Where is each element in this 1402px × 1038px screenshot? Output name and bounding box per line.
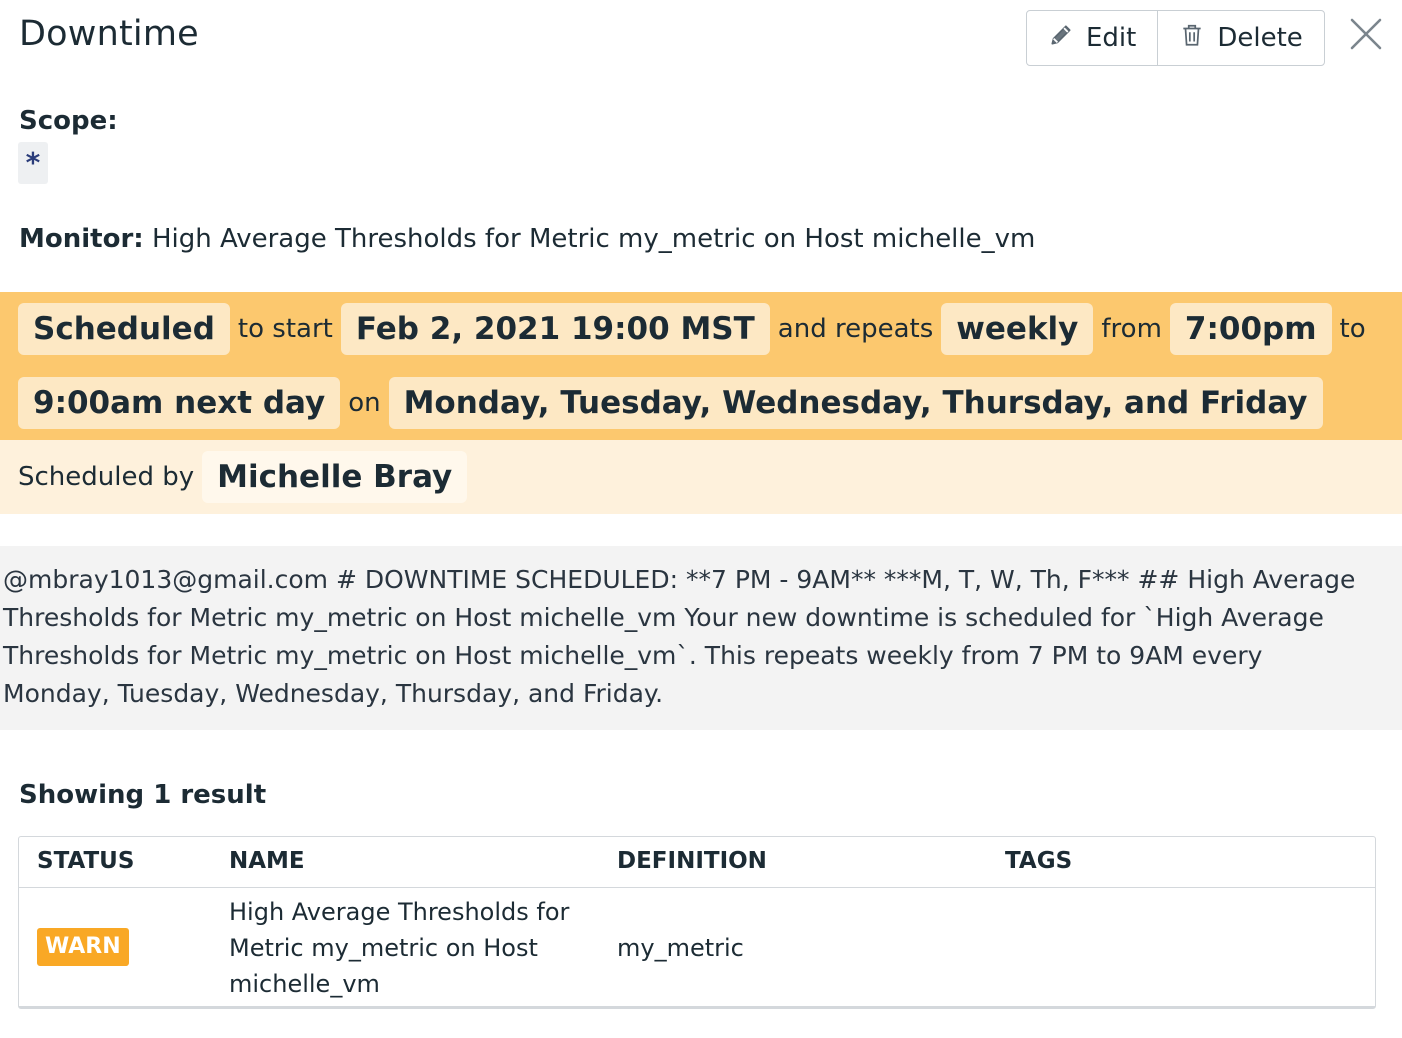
scheduled-by-band: Scheduled by Michelle Bray — [0, 440, 1402, 514]
results-count: Showing 1 result — [19, 780, 267, 810]
schedule-frequency: weekly — [941, 303, 1094, 355]
edit-button[interactable]: Edit — [1027, 11, 1157, 65]
scheduled-by-label: Scheduled by — [18, 462, 195, 492]
schedule-status: Scheduled — [18, 303, 230, 355]
monitor-name-cell[interactable]: High Average Thresholds for Metric my_me… — [229, 894, 589, 1002]
monitor-line: Monitor: High Average Thresholds for Met… — [19, 224, 1035, 254]
close-icon[interactable] — [1348, 16, 1384, 52]
scheduled-by-line: Scheduled by Michelle Bray — [18, 450, 468, 504]
table-header: STATUS NAME DEFINITION TAGS — [19, 837, 1375, 888]
downtime-message-text: @mbray1013@gmail.com # DOWNTIME SCHEDULE… — [3, 565, 1356, 708]
column-header-definition[interactable]: DEFINITION — [617, 848, 767, 874]
scheduled-by-user: Michelle Bray — [202, 451, 468, 503]
scope-label: Scope: — [19, 106, 118, 136]
monitor-name: High Average Thresholds for Metric my_me… — [151, 224, 1036, 254]
schedule-text-from: from — [1101, 314, 1162, 344]
definition-cell: my_metric — [617, 934, 744, 962]
edit-button-label: Edit — [1086, 23, 1137, 53]
monitor-label: Monitor: — [19, 224, 144, 254]
pencil-icon — [1048, 22, 1074, 55]
schedule-from-time: 7:00pm — [1169, 303, 1332, 355]
results-table: STATUS NAME DEFINITION TAGS WARN High Av… — [18, 836, 1376, 1009]
column-header-status[interactable]: STATUS — [37, 848, 134, 874]
status-badge: WARN — [37, 928, 129, 966]
scope-value: * — [18, 142, 48, 184]
schedule-text-on: on — [348, 388, 381, 418]
column-header-name[interactable]: NAME — [229, 848, 305, 874]
schedule-start: Feb 2, 2021 19:00 MST — [340, 303, 770, 355]
schedule-line-2: 9:00am next day on Monday, Tuesday, Wedn… — [18, 376, 1323, 430]
schedule-days: Monday, Tuesday, Wednesday, Thursday, an… — [388, 377, 1323, 429]
page-title: Downtime — [19, 14, 199, 54]
schedule-text-and-repeats: and repeats — [777, 314, 934, 344]
delete-button[interactable]: Delete — [1157, 11, 1323, 65]
schedule-to-time: 9:00am next day — [18, 377, 341, 429]
downtime-panel: Downtime Edit Delete Scope: * Monitor: H… — [0, 0, 1402, 1038]
schedule-text-to-start: to start — [237, 314, 333, 344]
table-row[interactable]: WARN High Average Thresholds for Metric … — [19, 888, 1375, 1007]
schedule-line-1: Scheduled to start Feb 2, 2021 19:00 MST… — [18, 302, 1374, 356]
column-header-tags[interactable]: TAGS — [1005, 848, 1072, 874]
trash-icon — [1179, 22, 1205, 55]
action-button-group: Edit Delete — [1026, 10, 1325, 66]
downtime-message: @mbray1013@gmail.com # DOWNTIME SCHEDULE… — [0, 546, 1402, 730]
schedule-summary: Scheduled to start Feb 2, 2021 19:00 MST… — [0, 292, 1402, 440]
delete-button-label: Delete — [1217, 23, 1303, 53]
schedule-text-to: to — [1339, 314, 1366, 344]
